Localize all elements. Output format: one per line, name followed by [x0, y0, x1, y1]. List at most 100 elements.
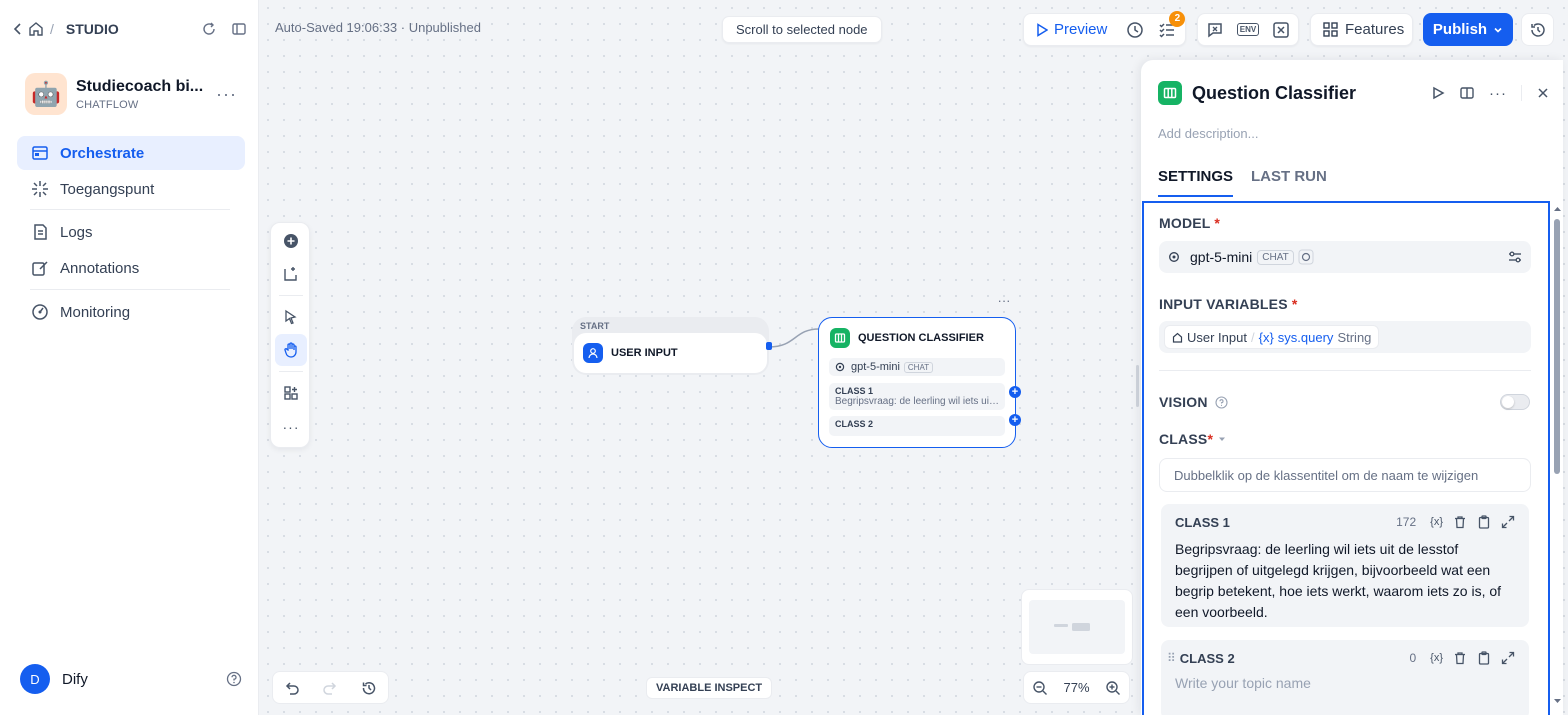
class-char-count: 0 — [1409, 651, 1417, 665]
minimap[interactable] — [1021, 589, 1133, 665]
more-tools-button[interactable]: ··· — [275, 411, 307, 443]
tab-settings[interactable]: SETTINGS — [1158, 168, 1234, 197]
close-icon[interactable] — [1536, 86, 1550, 100]
user-account[interactable]: D Dify — [20, 664, 242, 694]
clipboard-icon[interactable] — [1477, 515, 1491, 529]
model-feature-icon — [1298, 249, 1314, 265]
expand-icon[interactable] — [1501, 651, 1515, 665]
zoom-out-icon[interactable] — [1032, 680, 1048, 696]
nav-toegangspunt[interactable]: Toegangspunt — [17, 172, 245, 206]
drag-handle-icon[interactable]: ⠿ — [1167, 651, 1176, 665]
avatar: D — [20, 664, 50, 694]
trash-icon[interactable] — [1453, 515, 1467, 529]
node-title: USER INPUT — [611, 347, 678, 359]
question-classifier-node[interactable]: QUESTION CLASSIFIER gpt-5-mini CHAT CLAS… — [818, 317, 1016, 448]
panel-resize-handle[interactable] — [1136, 365, 1139, 407]
zoom-in-icon[interactable] — [1105, 680, 1121, 696]
tab-last-run[interactable]: LAST RUN — [1251, 168, 1327, 197]
toolbar-divider — [279, 295, 303, 296]
class-topic-input[interactable]: Write your topic name — [1167, 675, 1515, 691]
help-icon[interactable] — [226, 671, 242, 687]
user-name: Dify — [62, 670, 88, 688]
pointer-mode-button[interactable] — [275, 301, 307, 333]
model-settings-icon[interactable] — [1507, 249, 1523, 265]
node-settings-panel: Question Classifier ··· Add description.… — [1141, 60, 1563, 715]
preview-button[interactable]: Preview — [1024, 21, 1119, 38]
variable-inspect-button[interactable]: VARIABLE INSPECT — [646, 677, 773, 699]
monitoring-icon — [31, 303, 49, 321]
class-title[interactable]: CLASS 2 — [1180, 651, 1235, 666]
home-icon[interactable] — [28, 21, 44, 37]
input-variable-selector[interactable]: User Input / {x} sys.query String — [1159, 321, 1531, 353]
class-1-card[interactable]: CLASS 1 172 {x} Begripsvraag: de leerlin… — [1161, 504, 1529, 627]
toolbar-divider — [279, 371, 303, 372]
clipboard-icon[interactable] — [1477, 651, 1491, 665]
sidebar: / STUDIO 🤖 Studiecoach bi... CHATFLOW ··… — [0, 0, 259, 715]
chevron-left-icon[interactable] — [12, 22, 28, 36]
settings-body: MODEL * gpt-5-mini CHAT INPUT VARIABLES … — [1142, 201, 1561, 715]
variable-x-icon[interactable]: {x} — [1430, 516, 1443, 528]
header-divider — [1521, 85, 1522, 101]
split-view-icon[interactable] — [1459, 85, 1475, 101]
global-vars-button[interactable] — [1265, 21, 1297, 39]
more-icon[interactable]: ··· — [216, 84, 237, 105]
run-node-icon[interactable] — [1431, 86, 1445, 100]
nav-orchestrate[interactable]: Orchestrate — [17, 136, 245, 170]
history-icon[interactable] — [361, 680, 377, 696]
panel-title[interactable]: Question Classifier — [1192, 83, 1356, 104]
expand-icon[interactable] — [1501, 515, 1515, 529]
nav-logs[interactable]: Logs — [17, 215, 245, 249]
variable-x-icon[interactable]: {x} — [1430, 652, 1443, 664]
node-more-icon[interactable]: ··· — [994, 294, 1014, 311]
publish-button[interactable]: Publish — [1423, 13, 1513, 46]
checklist-button[interactable]: 2 — [1151, 10, 1186, 39]
organize-button[interactable] — [275, 377, 307, 409]
class-char-count: 172 — [1396, 515, 1417, 529]
logs-icon — [31, 223, 49, 241]
info-icon[interactable] — [1215, 395, 1228, 409]
run-history-button[interactable] — [1119, 21, 1151, 39]
history-icon — [1529, 21, 1547, 39]
panel-scrollbar[interactable] — [1552, 203, 1562, 715]
variable-separator: / — [1250, 329, 1255, 345]
trash-icon[interactable] — [1453, 651, 1467, 665]
nav-label: Toegangspunt — [60, 180, 155, 198]
nav-monitoring[interactable]: Monitoring — [17, 295, 245, 329]
start-node[interactable]: START USER INPUT — [572, 317, 769, 375]
preview-label: Preview — [1054, 21, 1108, 38]
zoom-level[interactable]: 77% — [1063, 680, 1089, 695]
nav-annotations[interactable]: Annotations — [17, 251, 245, 285]
scroll-to-selected-node-button[interactable]: Scroll to selected node — [722, 16, 882, 43]
class-1-output-handle[interactable]: + — [1009, 386, 1021, 398]
variable-chip[interactable]: User Input / {x} sys.query String — [1164, 325, 1380, 349]
class-2-card[interactable]: ⠿ CLASS 2 0 {x} Write your topic name — [1161, 640, 1529, 715]
conversation-vars-button[interactable] — [1199, 21, 1231, 39]
class-title[interactable]: CLASS 1 — [1175, 515, 1230, 530]
class-description[interactable]: Begripsvraag: de leerling wil iets uit d… — [1175, 539, 1515, 623]
sidebar-collapse-icon[interactable] — [231, 21, 247, 37]
more-icon[interactable]: ··· — [1489, 85, 1507, 102]
env-vars-button[interactable]: ENV — [1232, 23, 1264, 36]
node-edge — [768, 328, 820, 348]
features-label: Features — [1345, 21, 1405, 38]
scrollbar-thumb[interactable] — [1554, 219, 1560, 474]
class-2-output-handle[interactable]: + — [1009, 414, 1021, 426]
model-name: gpt-5-mini — [1190, 249, 1253, 265]
publish-label: Publish — [1432, 21, 1488, 38]
app-card[interactable]: 🤖 Studiecoach bi... CHATFLOW ··· — [25, 72, 245, 116]
start-output-handle[interactable] — [766, 342, 772, 350]
vision-toggle[interactable] — [1500, 394, 1530, 410]
add-note-button[interactable] — [275, 258, 307, 290]
version-history-button[interactable] — [1521, 13, 1554, 46]
app-name: Studiecoach bi... — [76, 77, 204, 95]
features-button[interactable]: Features — [1310, 13, 1413, 46]
redo-icon[interactable] — [322, 680, 338, 696]
undo-icon[interactable] — [284, 680, 300, 696]
add-node-button[interactable] — [275, 225, 307, 257]
hand-mode-button[interactable] — [275, 334, 307, 366]
refresh-icon[interactable] — [201, 21, 217, 37]
model-selector[interactable]: gpt-5-mini CHAT — [1159, 241, 1531, 273]
breadcrumb-studio[interactable]: STUDIO — [66, 21, 119, 37]
description-input[interactable]: Add description... — [1158, 126, 1258, 141]
caret-down-icon[interactable] — [1218, 435, 1226, 443]
